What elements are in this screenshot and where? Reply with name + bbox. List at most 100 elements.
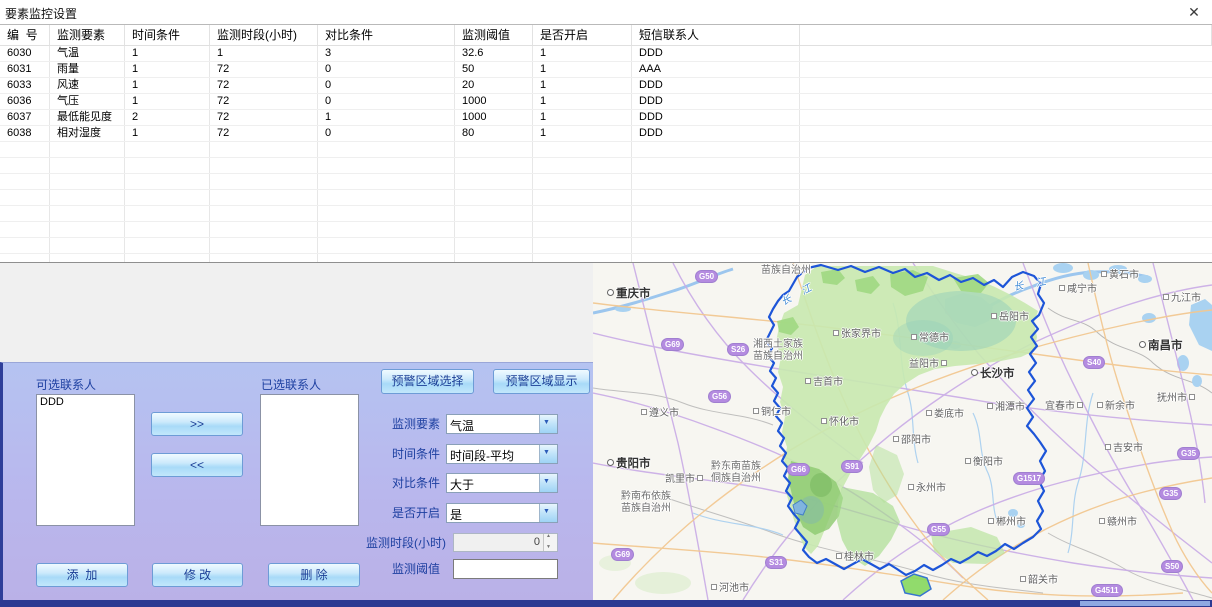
modify-button[interactable]: 修 改 — [152, 563, 243, 587]
period-label: 监测时段(小时) — [328, 533, 446, 553]
road-shield-label: S31 — [765, 556, 787, 569]
table-cell: 1 — [533, 110, 632, 125]
threshold-input[interactable] — [453, 559, 558, 579]
table-cell-filler — [800, 190, 1212, 205]
close-icon[interactable]: ✕ — [1184, 2, 1204, 22]
table-row[interactable]: 6033风速1720201DDD — [0, 78, 1212, 94]
table-cell: DDD — [632, 126, 800, 141]
table-cell — [210, 222, 318, 237]
time-condition-select-value: 时间段-平均 — [447, 445, 539, 463]
table-header-cell[interactable]: 编 号 — [0, 25, 50, 45]
table-cell — [533, 238, 632, 253]
map-city-label: 黄石市 — [1101, 266, 1139, 281]
table-row[interactable]: 6038相对湿度1720801DDD — [0, 126, 1212, 142]
table-empty-row — [0, 222, 1212, 238]
map-city-label: 抚州市 — [1157, 389, 1195, 404]
table-cell: 1 — [125, 62, 210, 77]
table-cell: 6030 — [0, 46, 50, 61]
table-cell-filler — [800, 238, 1212, 253]
element-select[interactable]: 气温 — [446, 414, 558, 434]
table-cell — [50, 238, 125, 253]
table-cell-filler — [800, 142, 1212, 157]
table-cell: 1000 — [455, 94, 533, 109]
map-city-label: 郴州市 — [988, 513, 1026, 528]
map-city-label: 永州市 — [908, 479, 946, 494]
map-scrollbar[interactable] — [1080, 601, 1210, 606]
table-cell-filler — [800, 94, 1212, 109]
table-cell — [318, 142, 455, 157]
table-cell — [50, 158, 125, 173]
road-shield-label: S40 — [1083, 356, 1105, 369]
table-cell: 1 — [533, 46, 632, 61]
spinner-arrows[interactable] — [543, 534, 557, 551]
table-row[interactable]: 6037最低能见度272110001DDD — [0, 110, 1212, 126]
table-cell: 80 — [455, 126, 533, 141]
table-cell — [0, 158, 50, 173]
table-cell — [318, 222, 455, 237]
table-row[interactable]: 6036气压172010001DDD — [0, 94, 1212, 110]
table-cell — [125, 254, 210, 263]
table-cell: 0 — [318, 62, 455, 77]
table-cell — [455, 190, 533, 205]
table-cell — [632, 254, 800, 263]
chevron-down-icon[interactable] — [539, 504, 557, 522]
table-cell — [632, 222, 800, 237]
list-item[interactable]: DDD — [37, 395, 134, 409]
data-table: 编 号监测要素时间条件监测时段(小时)对比条件监测阈值是否开启短信联系人6030… — [0, 25, 1212, 263]
table-cell — [318, 254, 455, 263]
road-shield-label: G35 — [1159, 487, 1182, 500]
enabled-select[interactable]: 是 — [446, 503, 558, 523]
spin-up-icon[interactable] — [544, 534, 557, 543]
table-header-cell[interactable]: 对比条件 — [318, 25, 455, 45]
table-cell — [318, 158, 455, 173]
move-right-button[interactable]: >> — [151, 412, 243, 436]
time-condition-select[interactable]: 时间段-平均 — [446, 444, 558, 464]
table-cell — [632, 174, 800, 189]
table-cell — [632, 206, 800, 221]
warning-region-select-button[interactable]: 预警区域选择 — [381, 369, 474, 394]
table-cell — [125, 158, 210, 173]
table-header-cell[interactable]: 监测阈值 — [455, 25, 533, 45]
chevron-down-icon[interactable] — [539, 445, 557, 463]
add-button[interactable]: 添 加 — [36, 563, 128, 587]
period-spinner[interactable]: 0 — [453, 533, 558, 552]
table-cell — [0, 190, 50, 205]
table-cell — [632, 190, 800, 205]
table-cell — [318, 238, 455, 253]
map-city-label: 吉安市 — [1105, 439, 1143, 454]
move-left-button[interactable]: << — [151, 453, 243, 477]
table-cell — [632, 142, 800, 157]
table-cell: 1 — [125, 94, 210, 109]
map-city-label: 铜仁市 — [753, 403, 791, 418]
spin-down-icon[interactable] — [544, 543, 557, 552]
table-cell — [0, 142, 50, 157]
table-row[interactable]: 6031雨量1720501AAA — [0, 62, 1212, 78]
table-cell: 72 — [210, 62, 318, 77]
table-header-cell[interactable]: 短信联系人 — [632, 25, 800, 45]
table-cell — [0, 174, 50, 189]
road-shield-label: G35 — [1177, 447, 1200, 460]
chevron-down-icon[interactable] — [539, 415, 557, 433]
table-cell — [533, 142, 632, 157]
table-header-cell[interactable]: 是否开启 — [533, 25, 632, 45]
map[interactable]: 重庆市遵义市贵阳市凯里市河池市桂林市铜仁市吉首市张家界市常德市益阳市岳阳市长沙市… — [593, 263, 1212, 600]
table-row[interactable]: 6030气温11332.61DDD — [0, 46, 1212, 62]
warning-region-show-button[interactable]: 预警区域显示 — [493, 369, 590, 394]
table-cell — [455, 238, 533, 253]
table-header-cell[interactable]: 监测要素 — [50, 25, 125, 45]
road-shield-label: G66 — [787, 463, 810, 476]
map-city-label: 新余市 — [1097, 397, 1135, 412]
map-city-label: 吉首市 — [805, 373, 843, 388]
table-header: 编 号监测要素时间条件监测时段(小时)对比条件监测阈值是否开启短信联系人 — [0, 25, 1212, 46]
table-cell: 6038 — [0, 126, 50, 141]
table-cell: 6037 — [0, 110, 50, 125]
map-city-label: 桂林市 — [836, 548, 874, 563]
table-cell — [533, 190, 632, 205]
chevron-down-icon[interactable] — [539, 474, 557, 492]
table-header-cell[interactable]: 监测时段(小时) — [210, 25, 318, 45]
map-city-label: 娄底市 — [926, 405, 964, 420]
available-contacts-list[interactable]: DDD — [36, 394, 135, 526]
table-header-cell[interactable]: 时间条件 — [125, 25, 210, 45]
compare-condition-select[interactable]: 大于 — [446, 473, 558, 493]
enabled-label: 是否开启 — [335, 503, 440, 523]
